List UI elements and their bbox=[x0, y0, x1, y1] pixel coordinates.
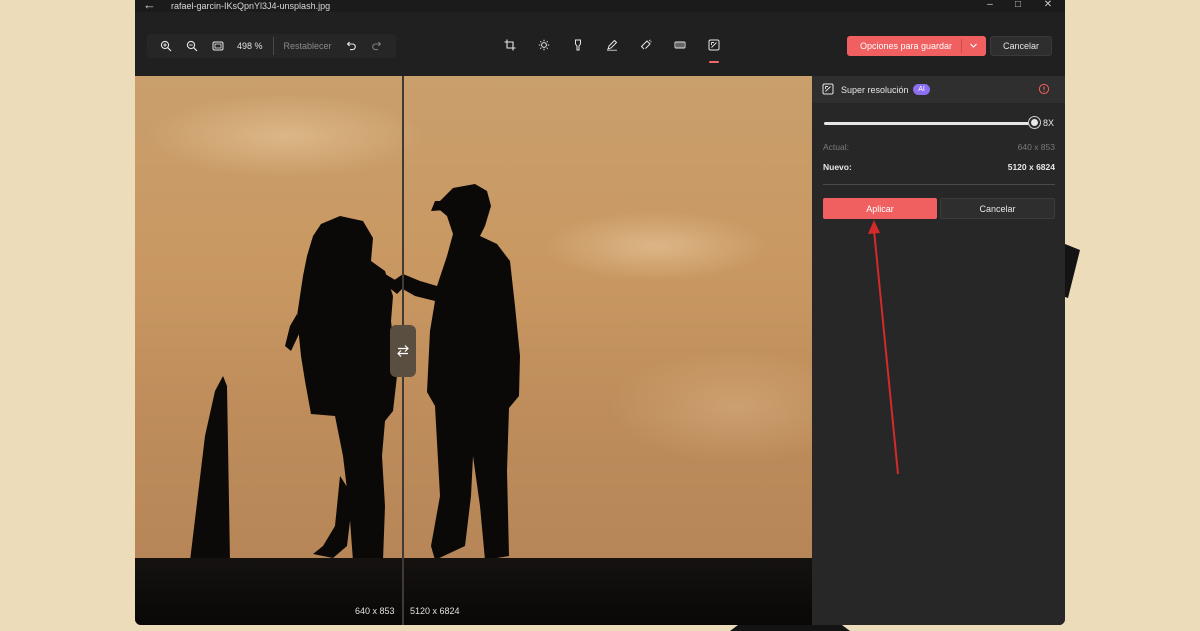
zoom-out-icon[interactable] bbox=[179, 35, 205, 57]
current-label: Actual: bbox=[823, 142, 849, 152]
mark-icon[interactable] bbox=[565, 34, 591, 56]
zoom-in-icon[interactable] bbox=[153, 35, 179, 57]
back-arrow-icon[interactable]: ← bbox=[143, 0, 156, 12]
close-icon[interactable]: ✕ bbox=[1038, 0, 1058, 11]
ground-silhouette bbox=[135, 558, 812, 625]
reset-button[interactable]: Restablecer bbox=[278, 41, 338, 51]
swap-compare-handle[interactable] bbox=[390, 325, 416, 377]
erase-icon[interactable] bbox=[633, 34, 659, 56]
info-icon[interactable] bbox=[1038, 83, 1050, 95]
minimize-icon[interactable]: – bbox=[980, 0, 1000, 11]
save-split-divider bbox=[961, 39, 962, 53]
super-resolution-icon[interactable] bbox=[701, 34, 727, 63]
image-comparison-canvas[interactable]: 640 x 853 5120 x 6824 bbox=[135, 76, 812, 625]
photos-app-window: ← rafael-garcin-IKsQpnYl3J4-unsplash.jpg… bbox=[135, 0, 1065, 625]
scale-slider-track[interactable] bbox=[824, 122, 1034, 125]
photo-silhouettes bbox=[190, 184, 520, 561]
toolbar: 498 % Restablecer Opciones para guardar … bbox=[135, 12, 1065, 76]
ai-badge: AI bbox=[913, 84, 930, 95]
scale-slider-thumb[interactable] bbox=[1029, 117, 1040, 128]
new-resolution-row: Nuevo: 5120 x 6824 bbox=[823, 162, 1055, 172]
undo-icon[interactable] bbox=[338, 35, 364, 57]
fit-screen-icon[interactable] bbox=[205, 35, 231, 57]
current-resolution-row: Actual: 640 x 853 bbox=[823, 142, 1055, 152]
draw-icon[interactable] bbox=[599, 34, 625, 56]
swap-arrows-icon bbox=[397, 345, 409, 357]
panel-cancel-button[interactable]: Cancelar bbox=[940, 198, 1055, 219]
super-resolution-icon bbox=[822, 83, 834, 95]
view-controls: 498 % Restablecer bbox=[147, 34, 396, 58]
crop-icon[interactable] bbox=[497, 34, 523, 56]
save-options-label: Opciones para guardar bbox=[860, 41, 953, 51]
new-value: 5120 x 6824 bbox=[1007, 162, 1055, 172]
maximize-icon[interactable]: □ bbox=[1008, 0, 1028, 11]
panel-title: Super resolución bbox=[841, 85, 909, 95]
zoom-level: 498 % bbox=[237, 41, 263, 51]
chevron-down-icon[interactable] bbox=[969, 41, 978, 50]
current-value: 640 x 853 bbox=[1017, 142, 1055, 152]
window-title: rafael-garcin-IKsQpnYl3J4-unsplash.jpg bbox=[171, 1, 331, 11]
brightness-icon[interactable] bbox=[531, 34, 557, 56]
redo-icon[interactable] bbox=[364, 35, 390, 57]
cancel-button[interactable]: Cancelar bbox=[990, 36, 1052, 56]
before-resolution-label: 640 x 853 bbox=[355, 606, 395, 616]
after-resolution-label: 5120 x 6824 bbox=[410, 606, 460, 616]
panel-header: Super resolución AI bbox=[812, 76, 1065, 103]
panel-divider bbox=[823, 184, 1055, 185]
apply-button[interactable]: Aplicar bbox=[823, 198, 937, 219]
save-options-button[interactable]: Opciones para guardar bbox=[847, 36, 986, 56]
edit-tools bbox=[497, 34, 727, 63]
super-resolution-panel: Super resolución AI 8X Actual: 640 x 853… bbox=[812, 76, 1065, 625]
scale-value: 8X bbox=[1043, 118, 1055, 128]
filter-icon[interactable] bbox=[667, 34, 693, 56]
toolbar-divider bbox=[272, 37, 274, 55]
new-label: Nuevo: bbox=[823, 162, 852, 172]
title-bar: ← rafael-garcin-IKsQpnYl3J4-unsplash.jpg… bbox=[135, 0, 1065, 12]
